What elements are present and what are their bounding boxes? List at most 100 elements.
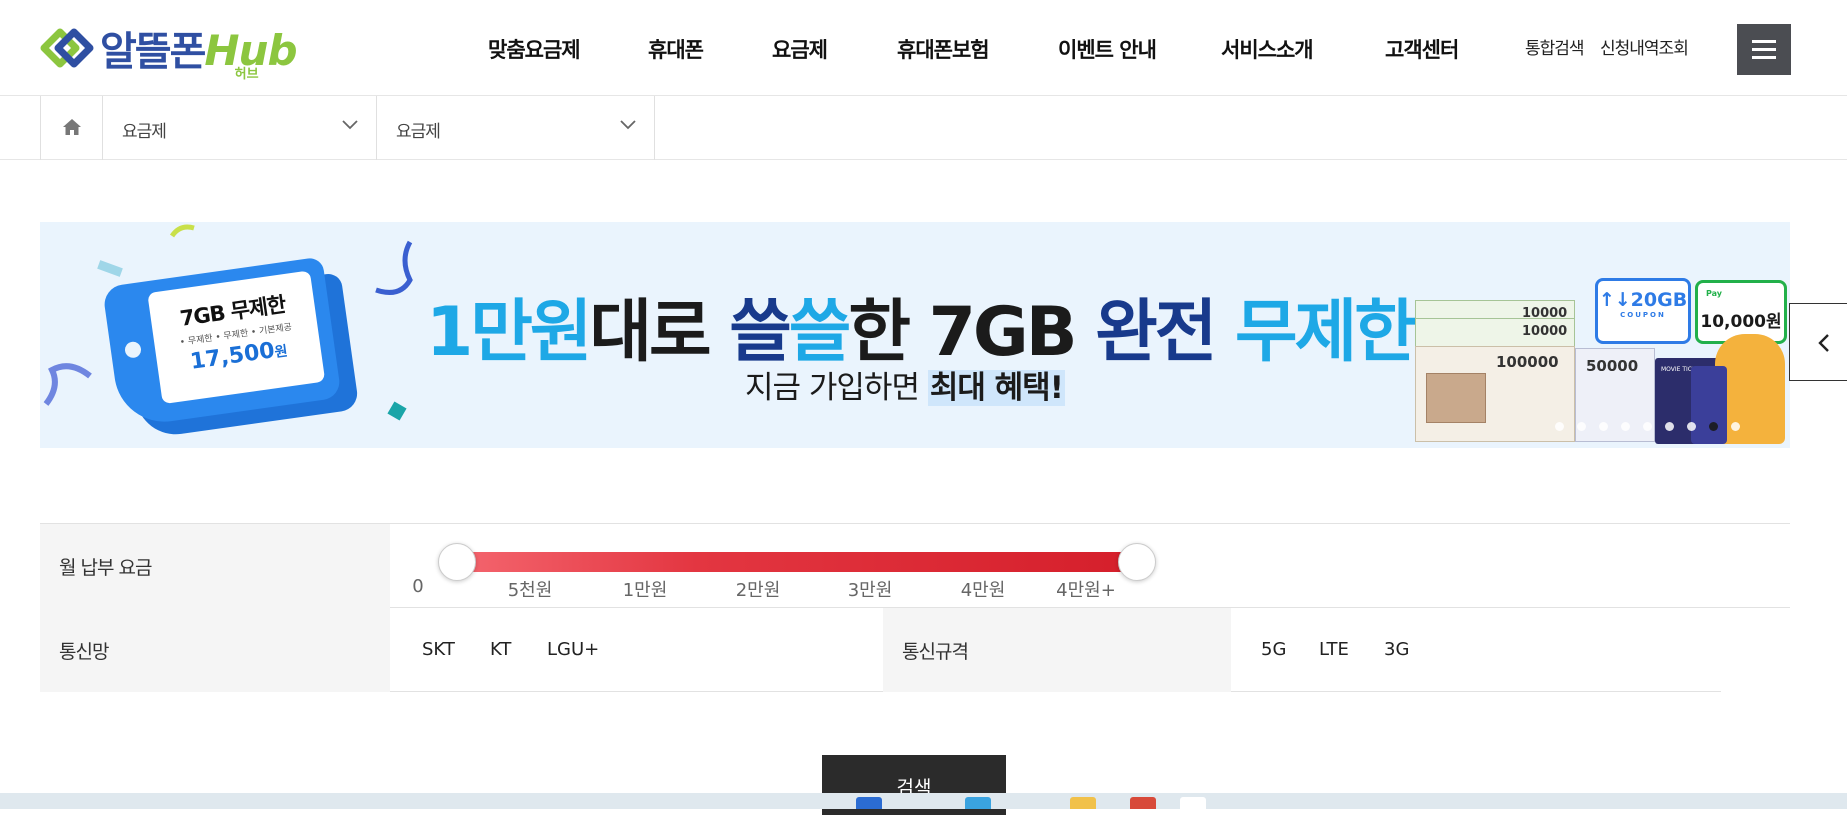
fee-range-track[interactable] [460,552,1135,572]
chevron-down-icon [620,120,636,130]
headline-part: 대로 [589,293,730,372]
integrated-search-link[interactable]: 통합검색 [1525,34,1585,59]
hamburger-icon-bar [1752,56,1776,59]
network-label-cell: 통신망 [40,608,390,692]
slide-dot[interactable] [1643,422,1652,431]
taskbar-app-icon[interactable] [1070,797,1096,809]
tag-hole-icon [123,340,143,359]
voucher-label: 50000 [1586,357,1639,375]
voucher-large: 100000 [1415,346,1575,442]
pay-label: Pay [1706,289,1723,298]
nav-phone[interactable]: 휴대폰 [648,34,704,64]
voucher-label: 100000 [1496,353,1559,371]
breadcrumb-select-level2[interactable]: 요금제 [377,96,655,160]
home-button[interactable] [40,96,103,160]
logo-sub-text: 허브 [234,67,259,82]
spec-option-3g[interactable]: 3G [1384,639,1409,660]
taskbar-app-icon[interactable] [1130,797,1156,809]
headline-part: 쓸 [729,293,792,372]
data-coupon-label: COUPON [1620,311,1666,319]
tag-price-unit: 원 [273,343,289,361]
confetti-icon [387,401,407,421]
chevron-down-icon [342,120,358,130]
fee-tick: 4만원 [960,580,1006,601]
confetti-icon [170,224,195,238]
confetti-icon [97,260,123,277]
spec-option-lte[interactable]: LTE [1319,639,1349,660]
banner-sub-part: 지금 가입하면 [745,370,928,406]
spec-label: 통신규격 [902,641,969,663]
nav-plan[interactable]: 요금제 [772,34,828,64]
slide-dot[interactable] [1555,422,1564,431]
fee-label: 월 납부 요금 [59,557,152,579]
confetti-icon [43,363,92,406]
breadcrumb: 요금제 요금제 [0,96,1847,160]
chevron-left-icon [1818,334,1829,352]
taskbar-app-icon[interactable] [856,797,882,809]
logo-mark-icon [40,28,94,68]
fee-tick: 1만원 [622,580,668,601]
headline-part: 쓸 [788,293,852,372]
spec-label-cell: 통신규격 [883,608,1231,692]
breadcrumb-select-level1[interactable]: 요금제 [103,96,377,160]
network-label: 통신망 [59,641,109,663]
price-tag: 7GB 무제한 • 무제한 • 무제한 • 기본제공 17,500원 [102,254,362,446]
confetti-icon [375,240,413,295]
breadcrumb-level1-label: 요금제 [122,122,167,142]
side-panel-toggle[interactable] [1789,303,1847,381]
taskbar-app-icon[interactable] [965,797,991,809]
hamburger-icon [1752,40,1776,43]
slide-dot[interactable] [1577,422,1586,431]
hamburger-icon-bar [1752,48,1776,51]
slide-dot[interactable] [1621,422,1630,431]
os-taskbar [0,793,1847,809]
taskbar-app-icon[interactable] [1180,797,1206,809]
banner-subtext: 지금 가입하면 최대 혜택! [745,362,1065,407]
fee-row: 월 납부 요금 0 5천원 1만원 2만원 3만원 4만원 4만원+ [40,524,1790,608]
fee-tick: 3만원 [847,580,893,601]
nav-events[interactable]: 이벤트 안내 [1058,34,1157,64]
slide-dot-active[interactable] [1709,422,1718,431]
voucher-label: 10000 [1522,324,1568,339]
building-icon [1426,373,1486,423]
nav-service-intro[interactable]: 서비스소개 [1221,34,1314,64]
network-option-kt[interactable]: KT [490,639,511,660]
fee-tick: 5천원 [507,580,553,601]
fee-label-cell: 월 납부 요금 [40,524,390,608]
network-option-lgu[interactable]: LGU+ [547,639,599,660]
voucher-small-2: 10000 [1415,318,1575,348]
home-icon [63,119,81,135]
headline-part: 한 7GB [848,293,1096,372]
nav-custom-plan[interactable]: 맞춤요금제 [488,34,581,64]
fee-range-min-handle[interactable] [438,543,476,581]
drink-cup-icon [1691,366,1727,444]
data-coupon: ↑↓20GB COUPON [1595,278,1691,344]
order-lookup-link[interactable]: 신청내역조회 [1600,34,1689,59]
slide-dot[interactable] [1599,422,1608,431]
nav-phone-insurance[interactable]: 휴대폰보험 [897,34,990,64]
divider [390,691,920,692]
slide-dot[interactable] [1687,422,1696,431]
nav-customer-center[interactable]: 고객센터 [1385,34,1459,64]
data-coupon-amount: ↑↓20GB [1598,289,1688,311]
banner-headline: 1만원대로 쓸쓸한 7GB 완전 무제한 [426,276,1426,375]
network-option-skt[interactable]: SKT [422,639,455,660]
fee-tick: 4만원+ [1056,580,1116,601]
fee-tick: 2만원 [735,580,781,601]
banner-sub-highlight: 최대 혜택! [927,370,1065,406]
site-logo[interactable]: 알뜰폰Hub 허브 [38,20,298,82]
fee-tick: 0 [412,576,424,597]
menu-button[interactable] [1737,24,1791,75]
pay-amount: 10,000원 [1700,312,1782,332]
price-tag-card: 7GB 무제한 • 무제한 • 무제한 • 기본제공 17,500원 [147,270,326,405]
site-header: 알뜰폰Hub 허브 맞춤요금제 휴대폰 요금제 휴대폰보험 이벤트 안내 서비스… [0,0,1847,96]
slide-dot[interactable] [1731,422,1740,431]
divider [1231,691,1721,692]
promo-banner[interactable]: 7GB 무제한 • 무제한 • 무제한 • 기본제공 17,500원 1만원대로… [40,222,1790,448]
headline-part: 완전 [1095,293,1236,372]
network-row: 통신망 SKT KT LGU+ 통신규격 5G LTE 3G [40,608,1790,692]
headline-part: 무제한 [1235,293,1417,372]
fee-range-max-handle[interactable] [1118,543,1156,581]
slide-dot[interactable] [1665,422,1674,431]
spec-option-5g[interactable]: 5G [1261,639,1286,660]
